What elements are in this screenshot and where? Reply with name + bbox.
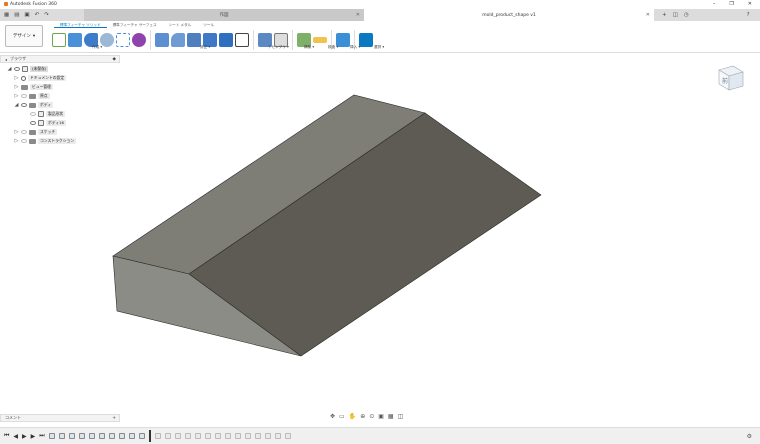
timeline: ⏮ ◀ ▶ ▶ ⏭ ⚙ (0, 427, 760, 444)
pin-icon[interactable]: ◆ (113, 57, 116, 62)
tree-item-label: コンストラクション (38, 138, 77, 144)
expand-icon[interactable]: ◢ (14, 102, 19, 108)
tree-item-body-16[interactable]: ボディ16 (30, 119, 66, 127)
display-settings-icon[interactable]: ▣ (378, 413, 384, 420)
visibility-icon[interactable] (21, 94, 27, 98)
timeline-feature[interactable] (118, 433, 125, 439)
timeline-feature[interactable] (138, 433, 145, 439)
folder-icon (29, 93, 36, 99)
tree-item-body-product[interactable]: 製品形状 (30, 110, 66, 118)
orbit-icon[interactable]: ✥ (330, 413, 335, 420)
add-comment-icon[interactable]: + (112, 416, 116, 421)
gear-icon (21, 75, 26, 81)
timeline-feature-suppressed[interactable] (254, 433, 261, 439)
timeline-settings-gear-icon[interactable]: ⚙ (747, 433, 752, 440)
visibility-icon[interactable] (21, 130, 27, 134)
tree-item-bodies[interactable]: ◢ ボディ (14, 101, 54, 109)
visibility-icon[interactable] (21, 103, 27, 107)
root-label: (未保存) (30, 66, 49, 72)
timeline-feature-suppressed[interactable] (274, 433, 281, 439)
tree-item-construction[interactable]: ▷ コンストラクション (14, 137, 77, 145)
timeline-feature[interactable] (88, 433, 95, 439)
expand-icon[interactable]: ▷ (14, 129, 19, 135)
timeline-feature[interactable] (48, 433, 55, 439)
timeline-feature[interactable] (78, 433, 85, 439)
look-at-icon[interactable]: ▭ (339, 413, 345, 420)
tree-item-origin[interactable]: ▷ 原点 (14, 92, 50, 100)
zoom-icon[interactable]: ⊕ (360, 413, 365, 420)
play-icon[interactable]: ▶ (22, 433, 27, 440)
body-icon (38, 120, 44, 126)
timeline-feature-suppressed[interactable] (214, 433, 221, 439)
browser-title: ブラウザ (10, 56, 27, 61)
folder-icon (29, 129, 36, 135)
tree-item-named-views[interactable]: ▷ ビュー管理 (14, 83, 53, 91)
tree-item-label: ドキュメントの設定 (28, 75, 67, 81)
viewport-canvas[interactable] (0, 0, 760, 444)
folder-icon (29, 102, 36, 108)
expand-icon[interactable]: ▷ (14, 93, 19, 99)
visibility-icon[interactable] (30, 121, 36, 125)
go-to-start-icon[interactable]: ⏮ (4, 432, 9, 440)
timeline-feature-suppressed[interactable] (264, 433, 271, 439)
viewcube[interactable]: 前 (713, 60, 747, 94)
browser-panel-header[interactable]: ◂ ブラウザ ◆ (0, 55, 120, 63)
grid-settings-icon[interactable]: ▦ (388, 413, 394, 420)
body-icon (38, 111, 44, 117)
timeline-feature-suppressed[interactable] (174, 433, 181, 439)
folder-icon (29, 138, 36, 144)
tree-item-label: 製品形状 (46, 111, 66, 117)
timeline-feature[interactable] (98, 433, 105, 439)
go-to-end-icon[interactable]: ⏭ (39, 432, 44, 440)
collapse-icon[interactable]: ◂ (5, 57, 7, 62)
step-back-icon[interactable]: ◀ (13, 433, 18, 440)
expand-icon[interactable]: ◢ (7, 66, 12, 72)
tree-item-label: ボディ16 (46, 120, 66, 126)
timeline-feature-suppressed[interactable] (204, 433, 211, 439)
expand-icon[interactable]: ▷ (14, 75, 19, 81)
tree-item-sketches[interactable]: ▷ スケッチ (14, 128, 58, 136)
comments-panel-header[interactable]: コメント + (0, 414, 120, 422)
folder-icon (21, 84, 28, 90)
timeline-feature-suppressed[interactable] (284, 433, 291, 439)
visibility-icon[interactable] (21, 139, 27, 143)
zoom-window-icon[interactable]: ⊙ (369, 413, 374, 420)
timeline-feature[interactable] (58, 433, 65, 439)
navigation-bar: ✥ ▭ ✋ ⊕ ⊙ ▣ ▦ ◫ (330, 413, 403, 420)
timeline-feature[interactable] (108, 433, 115, 439)
tree-item-label: ビュー管理 (30, 84, 53, 90)
timeline-feature-suppressed[interactable] (244, 433, 251, 439)
tree-root[interactable]: ◢ (未保存) (7, 65, 49, 73)
tree-item-label: ボディ (38, 102, 54, 108)
timeline-feature-suppressed[interactable] (234, 433, 241, 439)
tree-item-label: 原点 (38, 93, 50, 99)
tree-item-label: スケッチ (38, 129, 58, 135)
timeline-marker[interactable] (148, 430, 151, 442)
comments-title: コメント (5, 415, 21, 420)
expand-icon[interactable]: ▷ (14, 84, 19, 90)
timeline-feature-suppressed[interactable] (194, 433, 201, 439)
timeline-feature-suppressed[interactable] (164, 433, 171, 439)
expand-icon[interactable]: ▷ (14, 138, 19, 144)
viewcube-face-label: 前 (722, 77, 728, 85)
viewports-icon[interactable]: ◫ (398, 413, 404, 420)
visibility-icon[interactable] (30, 112, 36, 116)
timeline-feature[interactable] (68, 433, 75, 439)
tree-item-doc-settings[interactable]: ▷ ドキュメントの設定 (14, 74, 67, 82)
timeline-feature-suppressed[interactable] (154, 433, 161, 439)
timeline-feature-suppressed[interactable] (224, 433, 231, 439)
pan-icon[interactable]: ✋ (349, 413, 356, 420)
timeline-feature[interactable] (128, 433, 135, 439)
timeline-feature-suppressed[interactable] (184, 433, 191, 439)
document-icon (22, 66, 28, 72)
visibility-icon[interactable] (14, 67, 20, 71)
step-forward-icon[interactable]: ▶ (31, 433, 36, 440)
